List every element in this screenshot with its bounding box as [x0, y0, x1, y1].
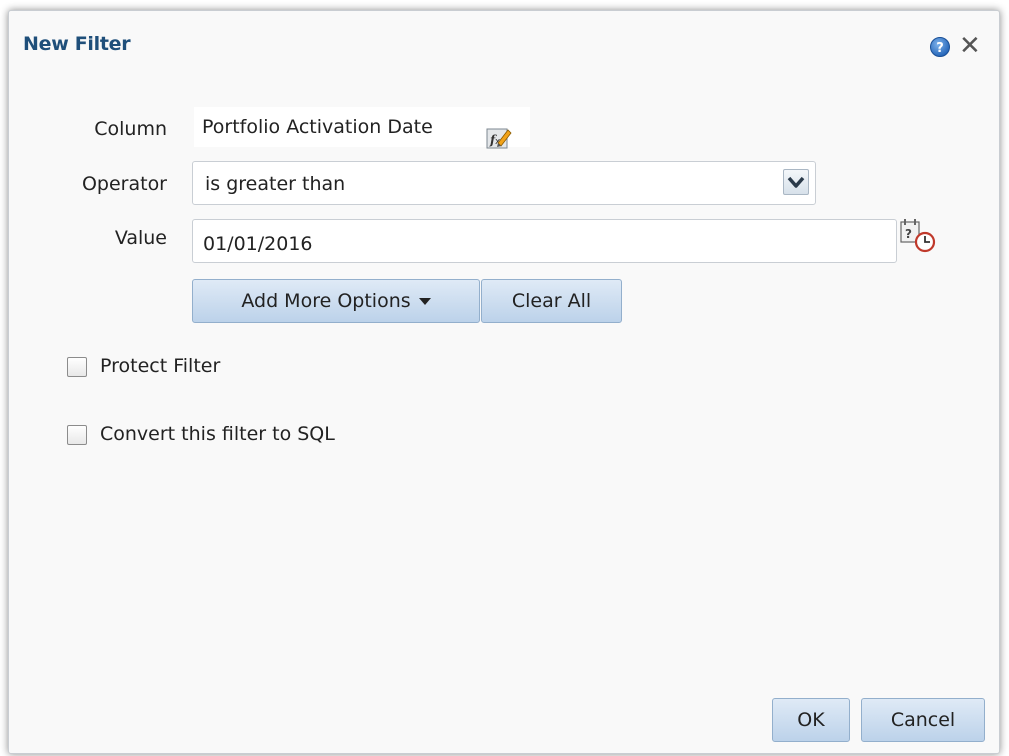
protect-filter-label: Protect Filter	[100, 355, 221, 377]
caret-down-icon	[418, 298, 431, 305]
help-icon[interactable]: ?	[930, 37, 950, 57]
value-input[interactable]: 01/01/2016	[192, 219, 897, 263]
operator-label: Operator	[81, 173, 167, 195]
calendar-clock-icon[interactable]: ?	[899, 217, 939, 253]
column-value-box: Portfolio Activation Date	[194, 107, 530, 147]
add-more-options-button[interactable]: Add More Options	[192, 279, 480, 323]
protect-filter-checkbox[interactable]	[67, 357, 87, 377]
value-input-text: 01/01/2016	[203, 233, 313, 255]
new-filter-dialog: New Filter ? ✕ Column Portfolio Activati…	[8, 10, 1000, 754]
operator-select[interactable]: is greater than	[192, 161, 816, 205]
ok-button[interactable]: OK	[772, 698, 850, 742]
clear-all-button[interactable]: Clear All	[481, 279, 622, 323]
column-value: Portfolio Activation Date	[202, 116, 433, 138]
convert-sql-checkbox[interactable]	[67, 425, 87, 445]
value-label: Value	[114, 227, 167, 249]
operator-dropdown-button[interactable]	[783, 169, 809, 195]
convert-sql-label: Convert this filter to SQL	[100, 423, 335, 445]
cancel-button[interactable]: Cancel	[861, 698, 985, 742]
chevron-down-icon	[787, 176, 805, 188]
column-label: Column	[94, 118, 167, 140]
dialog-title: New Filter	[23, 33, 131, 55]
svg-text:?: ?	[905, 227, 912, 241]
close-icon[interactable]: ✕	[959, 33, 981, 59]
formula-edit-icon[interactable]: f x	[486, 126, 512, 150]
svg-text:?: ?	[936, 41, 944, 56]
add-more-options-label: Add More Options	[241, 290, 411, 312]
operator-selected-value: is greater than	[205, 173, 346, 195]
